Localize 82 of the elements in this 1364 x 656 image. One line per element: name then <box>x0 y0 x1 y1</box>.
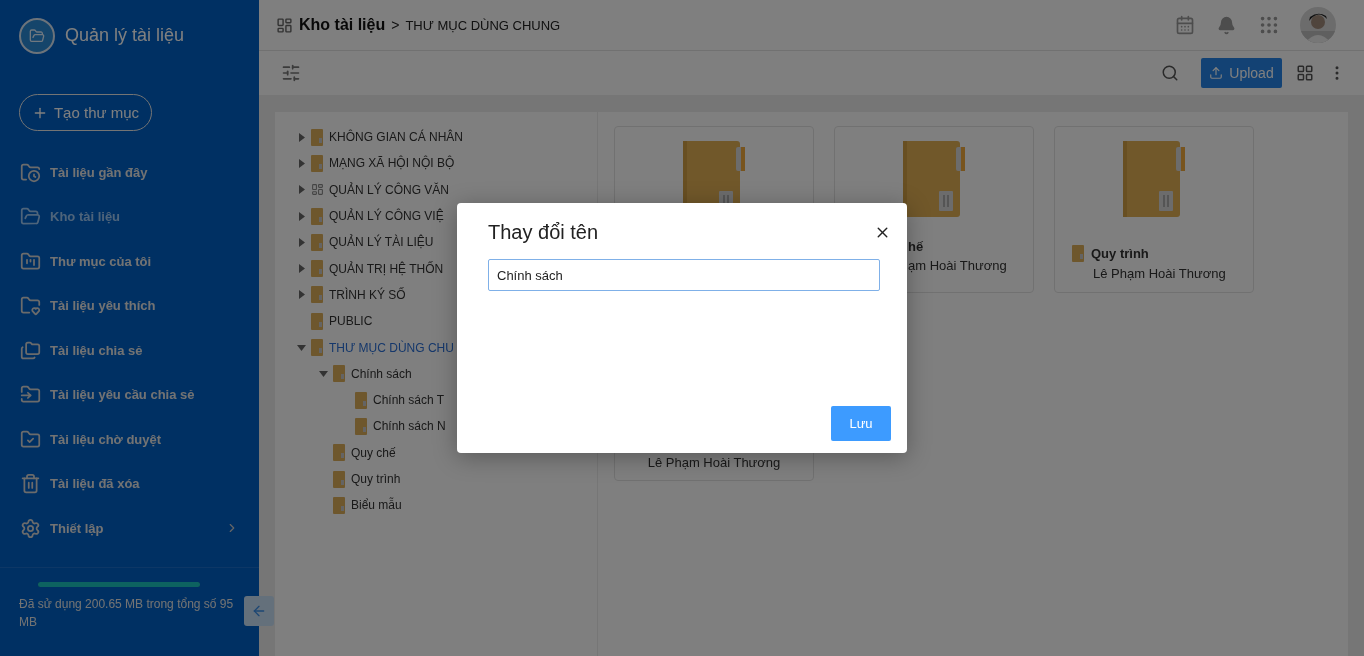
grid-icon <box>311 183 324 197</box>
grid-view-icon[interactable] <box>1296 64 1314 82</box>
tree-item[interactable]: Chính sách T <box>373 393 445 408</box>
caret-icon[interactable] <box>297 185 306 195</box>
folder-icon <box>355 417 368 435</box>
tree-item[interactable]: Quy chế <box>351 445 396 460</box>
save-button[interactable]: Lưu <box>831 406 891 441</box>
sidebar-item[interactable]: Tài liệu chia sẻ <box>0 328 259 373</box>
folder-card[interactable]: Quy trình Lê Phạm Hoài Thương <box>1054 126 1254 293</box>
caret-icon[interactable] <box>297 158 306 168</box>
folder-icon <box>311 339 324 356</box>
settings-icon <box>20 517 41 539</box>
folders-icon <box>20 339 41 361</box>
caret-icon[interactable] <box>297 343 306 352</box>
tree-item[interactable]: QUẢN LÝ CÔNG VĂN <box>329 182 450 197</box>
tree-item[interactable]: Quy trình <box>351 472 401 486</box>
breadcrumb-current: THƯ MỤC DÙNG CHUNG <box>405 17 562 33</box>
upload-icon <box>1209 66 1224 80</box>
tree-item[interactable]: Chính sách <box>351 366 412 381</box>
caret-icon[interactable] <box>297 132 306 142</box>
folder-heart-icon <box>20 295 41 317</box>
folder-icon <box>311 260 324 278</box>
folder-icon <box>311 286 324 304</box>
breadcrumb-link[interactable]: Kho tài liệu <box>299 16 386 34</box>
sidebar-item[interactable]: Thiết lập <box>0 506 259 551</box>
folder-icon <box>333 365 346 383</box>
tree-item[interactable]: QUẢN TRỊ HỆ THỐN <box>329 261 444 276</box>
tree-item[interactable]: TRÌNH KÝ SỐ <box>329 287 406 302</box>
caret-icon[interactable] <box>319 369 328 379</box>
owner-name: Lê Phạm Hoài Thương <box>647 455 781 470</box>
folder-icon <box>311 154 324 172</box>
folder-name: Quy trình <box>1091 246 1149 261</box>
grid-icon <box>276 16 293 34</box>
logo-icon <box>19 17 55 54</box>
folder-icon <box>333 444 346 462</box>
folder-check-icon <box>20 428 41 450</box>
folder-icon <box>311 233 324 251</box>
tree-item[interactable]: QUẢN LÝ TÀI LIỆU <box>329 235 434 250</box>
dialog-title: Thay đổi tên <box>488 221 599 244</box>
folder-icon <box>311 207 324 225</box>
calendar-icon[interactable] <box>1175 15 1195 35</box>
app-title: Quản lý tài liệu <box>65 25 185 46</box>
caret-icon[interactable] <box>297 237 306 247</box>
folder-icon <box>1123 141 1185 217</box>
trash-icon <box>20 473 41 495</box>
owner-name: ạm Hoài Thương <box>908 258 1008 273</box>
sidebar-item[interactable]: Tài liệu yêu cầu chia sẻ <box>0 372 259 417</box>
sidebar-item[interactable]: Tài liệu yêu thích <box>0 283 259 328</box>
tree-item[interactable]: MẠNG XÃ HỘI NỘI BỘ <box>329 156 455 171</box>
tree-item[interactable]: Chính sách N <box>373 419 446 434</box>
caret-icon[interactable] <box>297 211 306 221</box>
tree-item[interactable]: THƯ MỤC DÙNG CHU <box>329 340 454 355</box>
folder-icon <box>311 128 324 146</box>
name-input[interactable]: Chính sách <box>488 259 880 291</box>
tree-item[interactable]: Biểu mẫu <box>351 498 402 513</box>
storage-text: Đã sử dụng 200.65 MB trong tổng số 95 MB <box>19 596 234 631</box>
caret-icon[interactable] <box>297 264 306 274</box>
tree-item[interactable]: QUẢN LÝ CÔNG VIỆ <box>329 209 444 224</box>
sidebar-item[interactable]: Thư mục của tôi <box>0 239 259 284</box>
tree-item[interactable]: KHÔNG GIAN CÁ NHÂN <box>329 130 463 145</box>
search-icon[interactable] <box>1161 64 1179 82</box>
caret-icon[interactable] <box>297 290 306 300</box>
sidebar-item[interactable]: Tài liệu đã xóa <box>0 461 259 506</box>
folder-name: hế <box>908 239 924 254</box>
owner-name: Lê Phạm Hoài Thương <box>1092 266 1227 281</box>
folder-icon <box>333 496 346 514</box>
folder-icon <box>20 250 41 272</box>
bell-icon[interactable] <box>1217 15 1236 35</box>
sidebar-item[interactable]: Tài liệu gần đây <box>0 150 259 195</box>
folder-icon <box>1072 245 1085 262</box>
tree-item[interactable]: PUBLIC <box>329 314 373 329</box>
folder-icon <box>311 312 324 330</box>
apps-icon[interactable] <box>1258 14 1280 36</box>
folder-clock-icon <box>20 161 41 183</box>
upload-button[interactable]: Upload <box>1201 58 1282 88</box>
filter-icon[interactable] <box>281 63 301 83</box>
arrow-left-icon <box>251 603 267 619</box>
sidebar-item[interactable]: Tài liệu chờ duyệt <box>0 417 259 462</box>
folder-icon <box>903 141 965 217</box>
breadcrumb-separator: > <box>391 17 400 33</box>
folder-icon <box>355 391 368 409</box>
folder-icon <box>333 470 346 488</box>
